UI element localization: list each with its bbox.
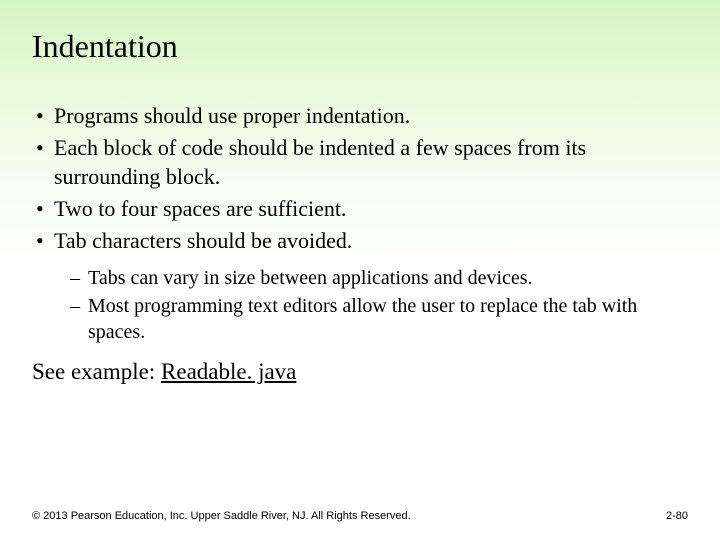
sub-bullet-item: Most programming text editors allow the …	[68, 293, 688, 345]
bullet-item: Programs should use proper indentation.	[32, 101, 688, 131]
bullet-item: Each block of code should be indented a …	[32, 133, 688, 192]
see-example: See example: Readable. java	[32, 359, 688, 385]
slide: Indentation Programs should use proper i…	[0, 0, 720, 540]
sub-bullet-item: Tabs can vary in size between applicatio…	[68, 265, 688, 291]
page-number: 2-80	[666, 510, 688, 522]
see-example-label: See example:	[32, 359, 161, 384]
bullet-list: Programs should use proper indentation. …	[32, 101, 688, 345]
see-example-link[interactable]: Readable. java	[161, 359, 296, 384]
copyright-text: © 2013 Pearson Education, Inc. Upper Sad…	[32, 510, 411, 522]
bullet-text: Tab characters should be avoided.	[54, 228, 352, 253]
bullet-item: Tab characters should be avoided. Tabs c…	[32, 226, 688, 346]
sub-bullet-list: Tabs can vary in size between applicatio…	[68, 265, 688, 345]
slide-title: Indentation	[32, 28, 688, 65]
bullet-item: Two to four spaces are sufficient.	[32, 194, 688, 224]
footer: © 2013 Pearson Education, Inc. Upper Sad…	[32, 510, 688, 522]
